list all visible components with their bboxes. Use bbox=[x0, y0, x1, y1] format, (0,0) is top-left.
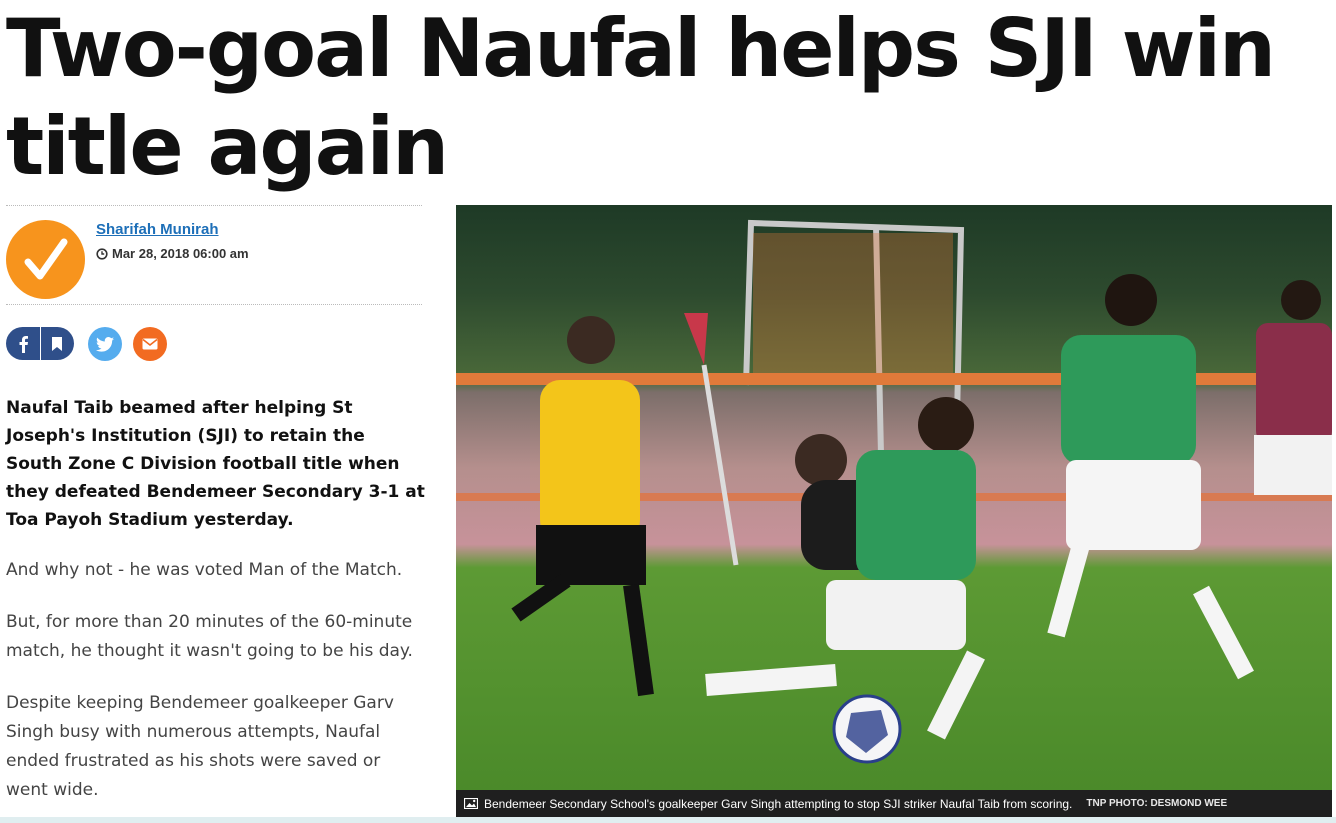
facebook-icon bbox=[19, 335, 28, 353]
clock-icon bbox=[96, 247, 108, 260]
article-lede: Naufal Taib beamed after helping St Jose… bbox=[6, 398, 425, 530]
photo-caption: Bendemeer Secondary School's goalkeeper … bbox=[484, 796, 1073, 811]
article-headline: Two-goal Naufal helps SJI win title agai… bbox=[6, 2, 1276, 193]
facebook-share-button[interactable] bbox=[6, 327, 40, 360]
email-icon bbox=[142, 338, 158, 350]
article-paragraph: But, for more than 20 minutes of the 60-… bbox=[6, 612, 413, 661]
page-bottom-edge bbox=[0, 817, 1336, 823]
photo-credit: TNP PHOTO: DESMOND WEE bbox=[1086, 798, 1228, 809]
article-paragraph: Despite keeping Bendemeer goalkeeper Gar… bbox=[6, 693, 394, 800]
photo-caption-bar: Bendemeer Secondary School's goalkeeper … bbox=[456, 790, 1332, 817]
divider bbox=[6, 304, 422, 305]
image-icon bbox=[464, 798, 478, 809]
divider bbox=[6, 205, 422, 206]
date-text: Mar 28, 2018 06:00 am bbox=[112, 246, 249, 261]
author-avatar bbox=[6, 220, 85, 299]
football-match-illustration bbox=[456, 219, 1332, 764]
publish-date: Mar 28, 2018 06:00 am bbox=[96, 246, 249, 261]
facebook-bookmark-group bbox=[6, 327, 74, 360]
checkmark-icon bbox=[24, 238, 67, 279]
twitter-icon bbox=[96, 336, 114, 352]
bookmark-icon bbox=[52, 336, 63, 351]
twitter-share-button[interactable] bbox=[88, 327, 122, 361]
email-share-button[interactable] bbox=[133, 327, 167, 361]
author-link[interactable]: Sharifah Munirah bbox=[96, 221, 219, 238]
bookmark-button[interactable] bbox=[39, 327, 75, 360]
article-paragraph: And why not - he was voted Man of the Ma… bbox=[6, 560, 403, 580]
article-photo[interactable] bbox=[456, 205, 1332, 790]
